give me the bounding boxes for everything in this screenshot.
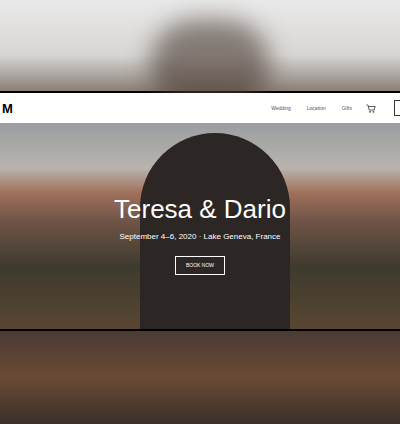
menu-box-icon[interactable] — [394, 100, 400, 116]
couple-silhouette — [140, 133, 290, 329]
blurred-backdrop-bottom — [0, 331, 400, 424]
nav-link[interactable]: Wedding — [271, 106, 291, 111]
screen: M Wedding Location Gifts Teresa & Dario Sept… — [0, 0, 400, 424]
site-logo[interactable]: M — [0, 102, 13, 115]
blurred-backdrop-top — [0, 0, 400, 91]
nav-link[interactable]: Gifts — [342, 106, 352, 111]
hero-content: Teresa & Dario September 4–6, 2020 · Lake… — [0, 123, 400, 329]
hero-photo: Teresa & Dario September 4–6, 2020 · Lake… — [0, 123, 400, 329]
hero-title: Teresa & Dario — [114, 193, 286, 226]
hero-subtitle: September 4–6, 2020 · Lake Geneva, Franc… — [120, 232, 281, 242]
cart-icon[interactable] — [366, 104, 376, 113]
nav-links: Wedding Location Gifts — [271, 106, 352, 111]
nav-link[interactable]: Location — [307, 106, 326, 111]
site-frame: M Wedding Location Gifts Teresa & Dario Sept… — [0, 91, 400, 331]
book-now-button[interactable]: BOOK NOW — [175, 256, 225, 275]
site-header: M Wedding Location Gifts — [0, 93, 400, 123]
